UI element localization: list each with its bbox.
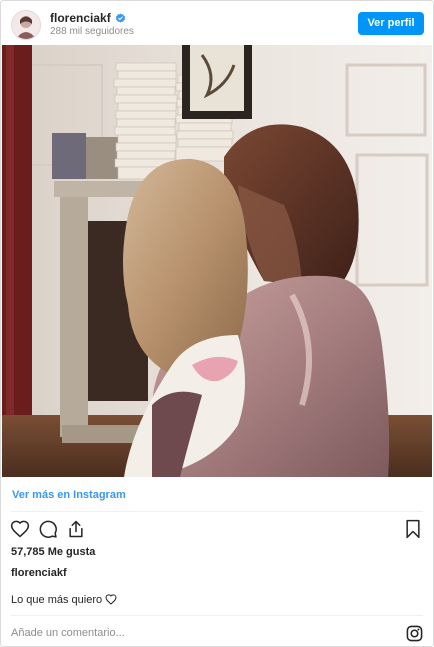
instagram-logo-icon[interactable] bbox=[406, 625, 423, 642]
like-count[interactable]: 57,785 Me gusta bbox=[11, 546, 95, 559]
avatar[interactable] bbox=[11, 10, 41, 40]
caption: Lo que más quiero bbox=[11, 593, 117, 607]
view-more-link[interactable]: Ver más en Instagram bbox=[12, 489, 126, 502]
post-image[interactable] bbox=[2, 45, 432, 477]
divider bbox=[11, 511, 423, 512]
verified-badge-icon bbox=[115, 13, 126, 27]
instagram-embed-card: florenciakf 288 mil seguidores Ver perfi… bbox=[0, 0, 434, 647]
username-text[interactable]: florenciakf bbox=[50, 11, 111, 25]
heart-icon[interactable] bbox=[10, 519, 32, 541]
divider bbox=[11, 615, 423, 616]
caption-username[interactable]: florenciakf bbox=[11, 567, 67, 580]
comment-input[interactable] bbox=[9, 623, 393, 643]
view-profile-button[interactable]: Ver perfil bbox=[358, 12, 424, 35]
action-bar bbox=[1, 519, 433, 541]
follower-count: 288 mil seguidores bbox=[50, 26, 134, 37]
heart-outline-icon bbox=[105, 594, 117, 605]
username[interactable]: florenciakf bbox=[50, 11, 126, 27]
bookmark-icon[interactable] bbox=[404, 519, 426, 541]
comment-icon[interactable] bbox=[38, 519, 60, 541]
share-icon[interactable] bbox=[66, 519, 88, 541]
caption-text: Lo que más quiero bbox=[11, 594, 103, 606]
post-header: florenciakf 288 mil seguidores Ver perfi… bbox=[1, 1, 433, 45]
